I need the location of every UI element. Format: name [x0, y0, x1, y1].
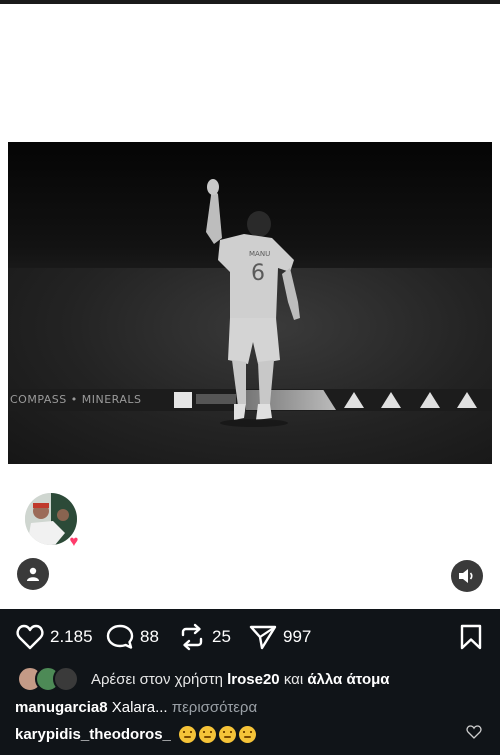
reposts-count: 25 — [212, 627, 231, 646]
caption-text: Xalara... — [111, 699, 168, 716]
caption-more-link[interactable]: περισσότερα — [172, 699, 257, 716]
smiling-emoji-icon — [218, 726, 236, 743]
comment-username[interactable]: karypidis_theodoros_ — [15, 726, 171, 743]
bookmark-icon[interactable] — [460, 624, 482, 650]
jersey-name: MANU — [249, 250, 270, 258]
repost-icon[interactable] — [178, 623, 206, 651]
speaker-icon — [459, 569, 473, 583]
liked-by-middle: και — [283, 670, 304, 688]
caption: manugarcia8 Xalara... περισσότερα — [15, 699, 257, 716]
jersey-number: 6 — [251, 261, 265, 286]
save-action[interactable] — [460, 623, 482, 651]
caption-username[interactable]: manugarcia8 — [15, 699, 108, 716]
tagged-people-button[interactable] — [17, 558, 49, 590]
player-figure: 6 MANU — [206, 179, 300, 427]
likes-count: 2.185 — [50, 627, 93, 646]
comment-preview: karypidis_theodoros_ — [15, 726, 259, 743]
smiling-emoji-icon — [198, 726, 216, 743]
liked-by-others[interactable]: άλλα άτομα — [307, 671, 389, 688]
like-action[interactable]: 2.185 — [16, 623, 93, 651]
status-strip — [0, 0, 500, 4]
person-icon — [27, 567, 39, 581]
sound-toggle-button[interactable] — [451, 560, 483, 592]
comment-like-heart-icon[interactable] — [466, 725, 482, 739]
send-icon[interactable] — [249, 624, 277, 650]
liker-avatar — [53, 666, 79, 692]
comments-count: 88 — [140, 627, 159, 646]
comment-action[interactable]: 88 — [106, 623, 159, 651]
liked-by-prefix: Αρέσει στον χρήστη — [91, 670, 223, 688]
liked-by-user[interactable]: lrose20 — [227, 671, 280, 688]
share-action[interactable]: 997 — [249, 623, 311, 651]
post-image[interactable]: COMPASS • MINERALS 6 MANU — [8, 142, 492, 464]
liked-by-row[interactable]: Αρέσει στον χρήστη lrose20 και άλλα άτομ… — [17, 666, 390, 692]
post-footer: 2.185 88 25 997 Αρέσει στον χρήστη lrose… — [0, 609, 500, 755]
comment-bubble-icon[interactable] — [106, 624, 134, 650]
smiling-emoji-icon — [178, 726, 196, 743]
heart-badge-icon: ♥ — [69, 533, 79, 550]
shares-count: 997 — [283, 627, 312, 646]
repost-action[interactable]: 25 — [178, 623, 231, 651]
smiling-emoji-icon — [238, 726, 256, 743]
heart-icon[interactable] — [16, 624, 44, 650]
